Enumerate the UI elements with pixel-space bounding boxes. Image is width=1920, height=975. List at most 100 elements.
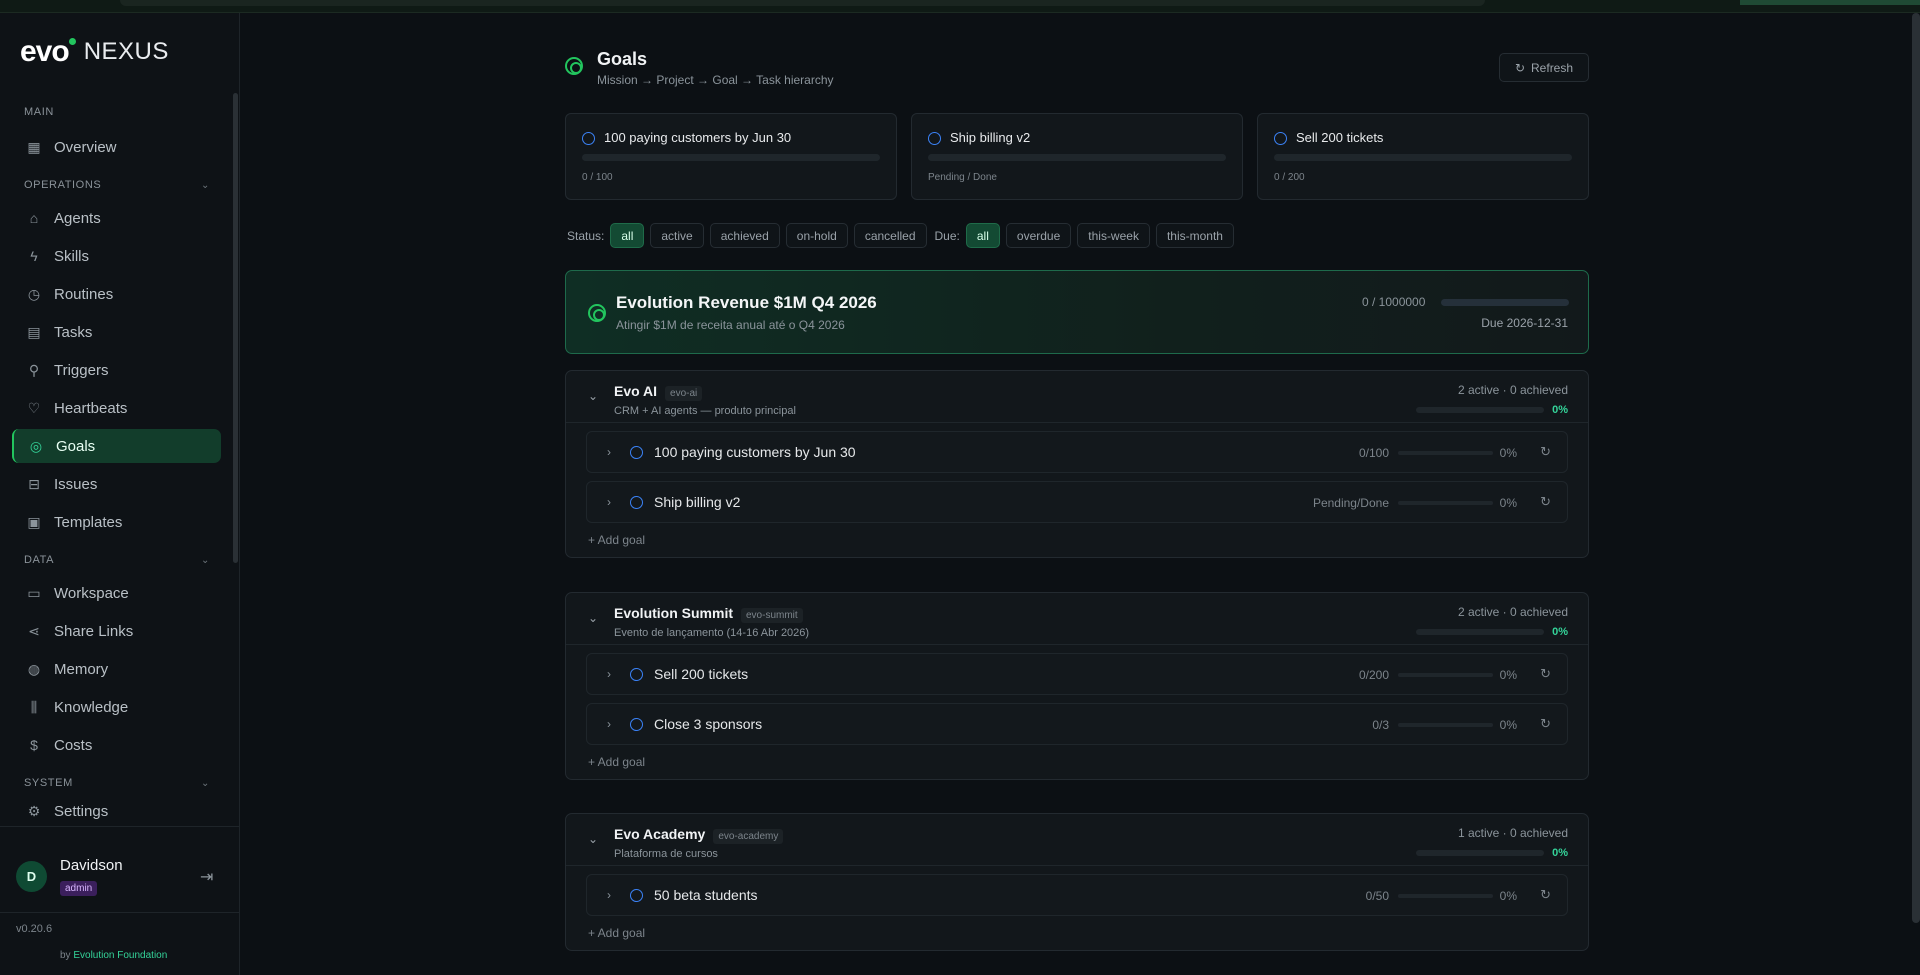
status-filter-cancelled[interactable]: cancelled [853,223,927,248]
chevron-right-icon[interactable]: › [607,445,611,459]
sidebar-item-skills[interactable]: ϟ Skills [12,239,221,273]
circle-icon [630,446,643,459]
logout-icon[interactable]: ⇥ [200,867,213,887]
summary-card[interactable]: 100 paying customers by Jun 30 0 / 100 [565,113,897,200]
section-operations[interactable]: OPERATIONS ⌄ [24,179,210,191]
project-header[interactable]: ⌄ Evo Academy evo-academy Plataforma de c… [566,814,1588,866]
project-card: ⌄ Evolution Summit evo-summit Evento de l… [565,592,1589,780]
chevron-down-icon[interactable]: ⌄ [588,389,598,403]
sidebar-item-label: Routines [54,285,114,303]
section-system[interactable]: SYSTEM ⌄ [24,777,210,789]
due-filter-this-week[interactable]: this-week [1077,223,1150,248]
chevron-right-icon[interactable]: › [607,495,611,509]
sidebar-item-heartbeats[interactable]: ♡ Heartbeats [12,391,221,425]
project-percent: 0% [1552,404,1568,416]
card-progress-bar [928,154,1226,161]
goal-progress-bar [1398,723,1493,727]
mission-progress-bar [1441,299,1569,306]
sidebar-item-tasks[interactable]: ▤ Tasks [12,315,221,349]
summary-card[interactable]: Ship billing v2 Pending / Done [911,113,1243,200]
sidebar-item-templates[interactable]: ▣ Templates [12,505,221,539]
project-progress-bar [1416,629,1544,635]
sidebar-item-label: Memory [54,660,109,678]
refresh-icon[interactable]: ↻ [1540,444,1551,460]
goal-row[interactable]: › Sell 200 tickets 0/200 0% ↻ [586,653,1568,695]
project-name: Evo Academy evo-academy [614,826,784,844]
project-header[interactable]: ⌄ Evolution Summit evo-summit Evento de l… [566,593,1588,645]
due-filter-this-month[interactable]: this-month [1155,223,1234,248]
refresh-icon[interactable]: ↻ [1540,716,1551,732]
goal-name: Close 3 sponsors [654,716,763,732]
add-goal-button[interactable]: + Add goal [566,916,1588,950]
webhook-icon: ⚲ [28,361,40,378]
logo[interactable]: evo NEXUS [20,35,169,69]
sidebar-item-triggers[interactable]: ⚲ Triggers [12,353,221,387]
layout-icon: ▣ [27,513,41,530]
summary-card[interactable]: Sell 200 tickets 0 / 200 [1257,113,1589,200]
status-filter-all[interactable]: all [610,223,645,248]
section-data-label: DATA [24,554,55,566]
goal-percent: 0% [1499,496,1517,510]
status-filter-achieved[interactable]: achieved [709,223,780,248]
heart-icon: ♡ [27,399,41,416]
app-version: v0.20.6 [0,912,240,935]
status-filter-on-hold[interactable]: on-hold [785,223,848,248]
mission-card[interactable]: Evolution Revenue $1M Q4 2026 Atingir $1… [565,270,1589,354]
section-operations-label: OPERATIONS [24,179,102,191]
due-filter-all[interactable]: all [965,223,1000,248]
add-goal-button[interactable]: + Add goal [566,523,1588,557]
goal-row[interactable]: › Ship billing v2 Pending/Done 0% ↻ [586,481,1568,523]
project-name: Evo AI evo-ai [614,383,703,401]
sidebar-item-workspace[interactable]: ▭ Workspace [12,576,221,610]
due-filter-label: Due: [934,228,960,243]
goal-row[interactable]: › 100 paying customers by Jun 30 0/100 0… [586,431,1568,473]
status-filter-active[interactable]: active [650,223,704,248]
logo-dot [68,37,76,45]
project-header[interactable]: ⌄ Evo AI evo-ai CRM + AI agents — produto… [566,371,1588,423]
top-bar-accent [1740,0,1920,5]
chevron-right-icon[interactable]: › [607,667,611,681]
mission-due: Due 2026-12-31 [1481,316,1568,330]
footer-org-link[interactable]: Evolution Foundation [73,950,167,961]
refresh-button[interactable]: ↻ Refresh [1499,53,1589,82]
chevron-down-icon[interactable]: ⌄ [588,832,598,846]
page-scrollbar[interactable] [1912,13,1920,923]
dollar-icon: $ [30,737,38,753]
sidebar-item-knowledge[interactable]: ⫼ Knowledge [12,690,221,724]
goal-row[interactable]: › 50 beta students 0/50 0% ↻ [586,874,1568,916]
add-goal-button[interactable]: + Add goal [566,745,1588,779]
circle-icon [1274,132,1287,145]
refresh-icon[interactable]: ↻ [1540,666,1551,682]
chevron-down-icon[interactable]: ⌄ [588,611,598,625]
sidebar-item-share-links[interactable]: ⋖ Share Links [12,614,221,648]
top-bar-pill [120,0,1485,6]
main-content: Goals Mission → Project → Goal → Task hi… [241,13,1920,975]
sidebar-item-memory[interactable]: ◍ Memory [12,652,221,686]
refresh-icon[interactable]: ↻ [1540,887,1551,903]
sidebar-item-routines[interactable]: ◷ Routines [12,277,221,311]
chevron-right-icon[interactable]: › [607,717,611,731]
sidebar-item-goals[interactable]: ◎ Goals [12,429,221,463]
sidebar-item-settings[interactable]: ⚙ Settings [12,798,221,824]
footer-by: by [60,950,71,961]
sidebar-item-issues[interactable]: ⊟ Issues [12,467,221,501]
sidebar-item-label: Agents [54,209,101,227]
sidebar-item-agents[interactable]: ⌂ Agents [12,201,221,235]
chevron-right-icon[interactable]: › [607,888,611,902]
sidebar-item-costs[interactable]: $ Costs [12,728,221,762]
goal-row[interactable]: › Close 3 sponsors 0/3 0% ↻ [586,703,1568,745]
due-filter-overdue[interactable]: overdue [1005,223,1072,248]
goal-name: Ship billing v2 [654,494,741,510]
project-slug: evo-summit [741,608,803,623]
section-data[interactable]: DATA ⌄ [24,554,210,566]
goal-progress-bar [1398,501,1493,505]
project-percent: 0% [1552,847,1568,859]
chevron-down-icon: ⌄ [201,777,210,789]
project-description: Plataforma de cursos [614,848,718,860]
sidebar-scrollbar[interactable] [233,93,238,563]
sidebar-item-overview[interactable]: ▦ Overview [12,130,221,164]
sidebar-item-label: Heartbeats [54,399,128,417]
refresh-icon[interactable]: ↻ [1540,494,1551,510]
project-progress-bar [1416,407,1544,413]
avatar[interactable]: D [16,861,47,892]
